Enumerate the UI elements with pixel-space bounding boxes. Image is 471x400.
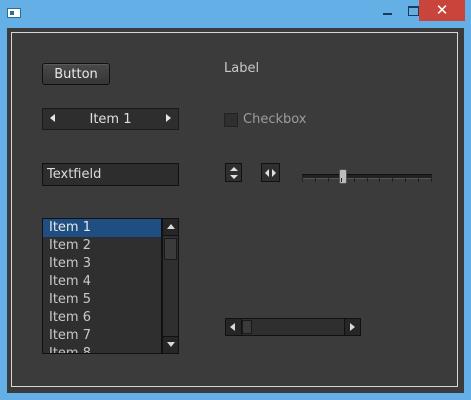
spinner-value: Item 1 <box>89 111 132 127</box>
list-item[interactable]: Item 3 <box>43 255 161 273</box>
item-spinner[interactable]: Item 1 <box>42 108 179 130</box>
title-bar[interactable]: ✕ <box>0 0 471 24</box>
stepper-up-icon[interactable] <box>230 167 238 171</box>
stepper-left-icon[interactable] <box>265 169 269 177</box>
slider-tick <box>354 178 355 182</box>
demo-textfield[interactable]: Textfield <box>42 163 179 186</box>
scroll-right-icon[interactable] <box>344 319 360 335</box>
slider-tick <box>392 178 393 182</box>
minimize-button[interactable] <box>373 0 401 21</box>
scroll-down-icon[interactable] <box>163 336 178 353</box>
stepper-right-icon[interactable] <box>272 169 276 177</box>
item-listbox[interactable]: Item 1 Item 2 Item 3 Item 4 Item 5 Item 6 Item… <box>42 218 162 354</box>
slider-tick <box>315 178 316 182</box>
slider-tick <box>379 178 380 182</box>
demo-label: Label <box>224 61 260 76</box>
demo-button[interactable]: Button <box>42 63 110 85</box>
slider-tick <box>367 178 368 182</box>
list-item[interactable]: Item 5 <box>43 291 161 309</box>
horizontal-stepper[interactable] <box>261 163 280 182</box>
horizontal-scroll-thumb[interactable] <box>242 320 252 334</box>
close-button[interactable]: ✕ <box>419 0 465 21</box>
list-item[interactable]: Item 1 <box>43 219 161 237</box>
list-item[interactable]: Item 6 <box>43 309 161 327</box>
minimize-icon <box>382 13 392 15</box>
list-vertical-scrollbar[interactable] <box>162 218 179 354</box>
list-item[interactable]: Item 2 <box>43 237 161 255</box>
vertical-stepper[interactable] <box>225 163 242 182</box>
maximize-icon <box>407 5 419 16</box>
list-item[interactable]: Item 7 <box>43 327 161 345</box>
slider-tick <box>328 178 329 182</box>
vertical-scroll-thumb[interactable] <box>164 238 177 260</box>
slider-tick <box>341 178 342 182</box>
app-window: ✕ Button Label Item 1 Checkbox Textfield… <box>0 0 471 400</box>
checkbox-label: Checkbox <box>243 112 307 127</box>
scroll-up-icon[interactable] <box>163 219 178 236</box>
slider-tick <box>418 178 419 182</box>
slider-tick <box>405 178 406 182</box>
spinner-right-arrow-icon[interactable] <box>166 114 171 122</box>
scroll-left-icon[interactable] <box>226 319 242 335</box>
demo-checkbox[interactable] <box>224 113 238 127</box>
spinner-left-arrow-icon[interactable] <box>50 114 55 122</box>
list-item[interactable]: Item 4 <box>43 273 161 291</box>
slider-tick <box>302 178 303 182</box>
slider-tick <box>431 178 432 182</box>
close-icon: ✕ <box>435 1 449 19</box>
horizontal-scrollbar[interactable] <box>225 318 361 336</box>
demo-slider[interactable] <box>302 166 432 186</box>
client-area: Button Label Item 1 Checkbox Textfield I… <box>7 28 464 393</box>
stepper-down-icon[interactable] <box>230 175 238 179</box>
app-window-icon <box>7 8 21 18</box>
list-item[interactable]: Item 8 <box>43 345 161 353</box>
